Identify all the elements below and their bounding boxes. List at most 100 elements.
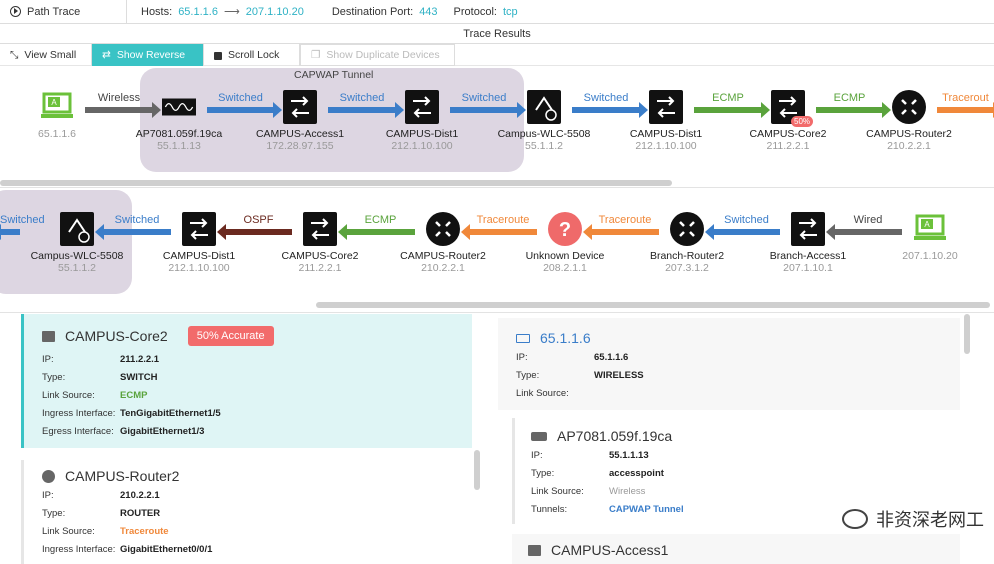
link-arrow	[95, 224, 171, 240]
node-name: CAMPUS-Dist1	[162, 250, 236, 262]
path-link[interactable]: ECMP	[816, 92, 891, 118]
link-label: Switched	[461, 92, 507, 104]
svg-text:A: A	[51, 98, 57, 107]
link-label: Wireless	[97, 92, 141, 104]
path-link[interactable]: Switched	[95, 214, 171, 240]
ingress-value: GigabitEthernet0/0/1	[120, 544, 213, 555]
link-arrow	[572, 102, 648, 118]
path-link[interactable]: Switched	[328, 92, 404, 118]
link-label: Switched	[724, 214, 769, 226]
hosts-destination: 207.1.10.20	[245, 5, 304, 18]
tunnels-value[interactable]: CAPWAP Tunnel	[609, 504, 684, 515]
row-divider	[0, 187, 994, 188]
scroll-lock-button[interactable]: Scroll Lock	[204, 44, 300, 66]
view-small-label: View Small	[24, 49, 77, 61]
path-link[interactable]: Switched	[705, 214, 780, 240]
path-link[interactable]: Switched	[0, 214, 45, 240]
host-icon: A	[913, 212, 947, 246]
path-link[interactable]: Tracerout	[937, 92, 994, 118]
type-value: ROUTER	[120, 508, 161, 519]
path-link[interactable]: Traceroute	[583, 214, 659, 240]
link-label: Wired	[853, 214, 883, 226]
router-icon	[892, 90, 926, 124]
wlc-icon	[527, 90, 561, 124]
path-link[interactable]: ECMP	[694, 92, 770, 118]
path-link[interactable]: Wired	[826, 214, 902, 240]
node-ip: 212.1.10.100	[168, 262, 230, 274]
arrowhead-icon	[882, 102, 891, 118]
node-name: CAMPUS-Access1	[255, 128, 345, 140]
ap-icon	[162, 90, 196, 124]
node-ip: 212.1.10.100	[635, 140, 697, 152]
ingress-value: TenGigabitEthernet1/5	[120, 408, 221, 419]
link-label: OSPF	[243, 214, 274, 226]
detail-card-campus-core2[interactable]: CAMPUS-Core2 50% Accurate IP: 211.2.2.1 T…	[21, 314, 472, 448]
right-details-scrollbar[interactable]	[964, 314, 970, 354]
ip-key: IP:	[42, 354, 54, 365]
left-details-scrollbar[interactable]	[474, 450, 480, 490]
tunnels-key: Tunnels:	[531, 504, 568, 515]
link-source-key: Link Source:	[531, 486, 584, 497]
show-reverse-button[interactable]: ⇄ Show Reverse	[92, 44, 204, 66]
detail-device-name: CAMPUS-Router2	[65, 468, 180, 484]
ingress-key: Ingress Interface:	[42, 544, 116, 555]
arrowhead-icon	[639, 102, 648, 118]
link-arrow	[937, 102, 994, 118]
link-arrow	[207, 102, 282, 118]
ip-value: 55.1.1.13	[609, 450, 649, 461]
forward-path-scrollbar[interactable]	[0, 180, 672, 186]
node-name: CAMPUS-Router2	[866, 128, 952, 140]
path-link[interactable]: Switched	[207, 92, 282, 118]
path-link[interactable]: Traceroute	[461, 214, 537, 240]
node-ip: 208.2.1.1	[543, 262, 587, 274]
egress-key: Egress Interface:	[42, 426, 114, 437]
path-link[interactable]: Switched	[572, 92, 648, 118]
show-reverse-label: Show Reverse	[116, 49, 186, 61]
arrowhead-icon	[826, 224, 835, 240]
path-link[interactable]: Wireless	[85, 92, 161, 118]
path-trace-tab[interactable]: Path Trace	[0, 0, 127, 24]
reverse-path-scrollbar[interactable]	[316, 302, 990, 308]
type-key: Type:	[531, 468, 555, 479]
node-ip: 55.1.1.13	[157, 140, 201, 152]
detail-card-campus-access1[interactable]: CAMPUS-Access1	[512, 534, 960, 564]
view-small-button[interactable]: ⤡ View Small	[0, 44, 92, 66]
node-ip: 172.28.97.155	[266, 140, 334, 152]
switch-icon: 50%	[771, 90, 814, 127]
link-arrow	[450, 102, 526, 118]
link-label: ECMP	[833, 92, 866, 104]
link-label: ECMP	[712, 92, 744, 104]
trace-results-title: Trace Results	[0, 24, 994, 44]
link-arrow	[461, 224, 537, 240]
detail-card-host-65[interactable]: 65.1.1.6 IP: 65.1.1.6 Type: WIRELESS Link …	[498, 318, 960, 410]
path-link[interactable]: ECMP	[338, 214, 415, 240]
svg-text:?: ?	[559, 219, 571, 241]
details-divider	[0, 312, 994, 313]
node-ip: 55.1.1.2	[525, 140, 563, 152]
detail-device-name: AP7081.059f.19ca	[557, 428, 673, 444]
link-label: Tracerout	[942, 92, 989, 104]
swap-icon: ⇄	[102, 49, 111, 61]
arrowhead-icon	[273, 102, 282, 118]
link-source-key: Link Source:	[42, 390, 95, 401]
access-point-icon	[531, 431, 547, 441]
link-label: Switched	[339, 92, 385, 104]
switch-icon	[405, 90, 439, 124]
dest-port-label: Destination Port:	[331, 5, 414, 18]
collapse-icon: ⤡	[10, 48, 19, 61]
detail-card-campus-router2[interactable]: CAMPUS-Router2 IP: 210.2.2.1 Type: ROUTER …	[21, 460, 472, 564]
path-link[interactable]: Switched	[450, 92, 526, 118]
link-label: Traceroute	[598, 214, 652, 226]
link-source-key: Link Source:	[42, 526, 95, 537]
link-source-value: Wireless	[609, 486, 646, 497]
router-icon	[42, 469, 55, 483]
node-ip: 212.1.10.100	[391, 140, 453, 152]
ip-value: 65.1.1.6	[594, 352, 629, 363]
ip-value: 210.2.2.1	[120, 490, 160, 501]
type-value: accesspoint	[609, 468, 664, 479]
show-duplicates-button[interactable]: ❐ Show Duplicate Devices	[300, 44, 455, 66]
path-link[interactable]: OSPF	[217, 214, 292, 240]
arrowhead-icon	[761, 102, 770, 118]
trace-header: Path Trace Hosts: 65.1.1.6 ⟶ 207.1.10.20…	[0, 0, 994, 24]
node-ip: 207.3.1.2	[665, 262, 709, 274]
